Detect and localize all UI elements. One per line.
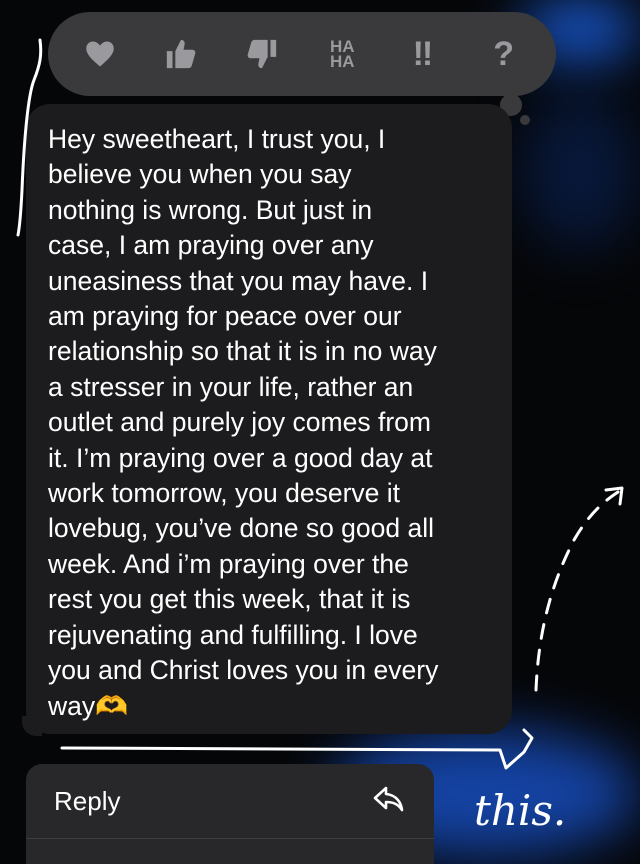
tapback-tail-small (520, 115, 530, 125)
tapback-bar: HA HA ‼ ? (48, 12, 556, 96)
context-menu: Reply (26, 764, 434, 864)
exclamation-glyph: ‼ (412, 34, 434, 73)
thumbs-down-icon[interactable] (238, 30, 286, 78)
blue-glow-side (520, 90, 640, 250)
annotation-caption: this. (474, 786, 567, 835)
exclamation-icon[interactable]: ‼ (399, 30, 447, 78)
haha-line-2: HA (330, 52, 355, 71)
menu-separator (26, 838, 434, 839)
reply-menu-item[interactable]: Reply (26, 764, 434, 838)
reply-arrow-icon (372, 784, 406, 819)
arrow-head (604, 486, 624, 506)
dashed-arrow-line (534, 490, 620, 692)
message-bubble[interactable]: Hey sweetheart, I trust you, I believe y… (26, 104, 512, 734)
reply-label: Reply (54, 785, 121, 816)
heart-icon[interactable] (76, 30, 124, 78)
haha-icon[interactable]: HA HA (318, 30, 366, 78)
thumbs-up-icon[interactable] (157, 30, 205, 78)
question-icon[interactable]: ? (480, 30, 528, 78)
message-text: Hey sweetheart, I trust you, I believe y… (48, 124, 439, 721)
question-glyph: ? (493, 34, 514, 73)
